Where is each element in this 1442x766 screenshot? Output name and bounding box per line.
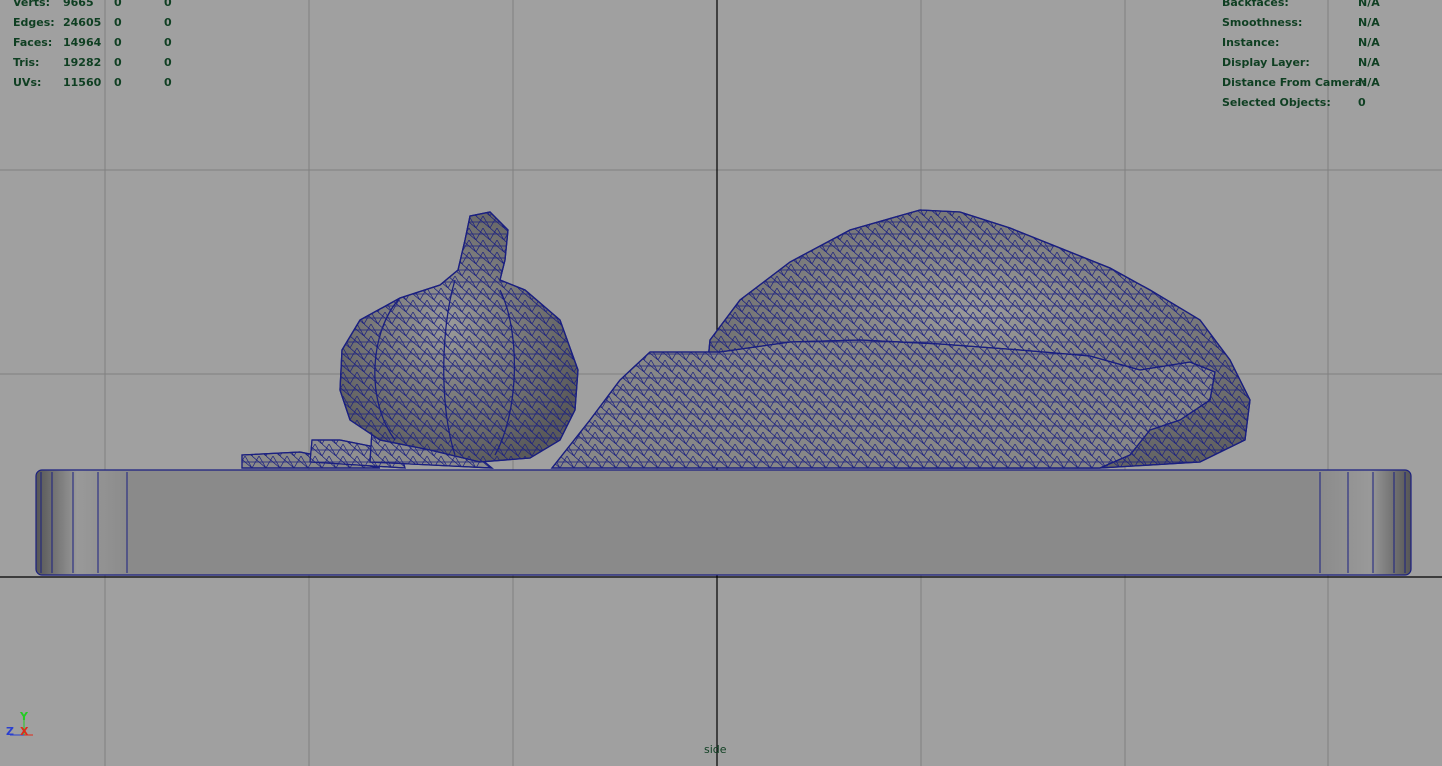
poly-count-selected: 0 — [114, 16, 122, 29]
object-info-value: N/A — [1358, 0, 1380, 9]
viewport-side[interactable]: Verts: 9665 0 0 Edges: 24605 0 0 Faces: 14964 0 0 Tr… — [0, 0, 1442, 766]
poly-count-label: Faces: — [13, 36, 53, 49]
object-info-label: Distance From Camera: — [1222, 76, 1367, 89]
poly-count-selected: 0 — [114, 76, 122, 89]
poly-count-selected: 0 — [114, 0, 122, 9]
viewport-canvas[interactable] — [0, 0, 1442, 766]
poly-count-label: Verts: — [13, 0, 51, 9]
garlic-bulb-mesh[interactable] — [339, 211, 579, 463]
poly-count-selected: 0 — [114, 36, 122, 49]
poly-count-value: 14964 — [63, 36, 102, 49]
poly-count-uv: 0 — [164, 0, 172, 9]
poly-count-label: UVs: — [13, 76, 42, 89]
axis-x-label: X — [20, 725, 29, 738]
poly-count-uv: 0 — [164, 76, 172, 89]
poly-count-label: Tris: — [13, 56, 40, 69]
axis-gizmo: Y Z X — [5, 710, 35, 740]
poly-count-uv: 0 — [164, 56, 172, 69]
object-info-value: N/A — [1358, 56, 1380, 69]
camera-name-label: side — [704, 743, 727, 756]
axis-y-label: Y — [20, 710, 28, 723]
axis-z-label: Z — [6, 725, 14, 738]
object-info-value: N/A — [1358, 76, 1380, 89]
poly-count-uv: 0 — [164, 36, 172, 49]
object-info-label: Selected Objects: — [1222, 96, 1331, 109]
object-info-label: Display Layer: — [1222, 56, 1310, 69]
object-info-label: Instance: — [1222, 36, 1280, 49]
object-info-value: 0 — [1358, 96, 1366, 109]
poly-count-label: Edges: — [13, 16, 55, 29]
poly-count-value: 24605 — [63, 16, 102, 29]
poly-count-value: 11560 — [63, 76, 102, 89]
object-info-label: Backfaces: — [1222, 0, 1289, 9]
poly-count-uv: 0 — [164, 16, 172, 29]
poly-count-value: 9665 — [63, 0, 94, 9]
object-info-value: N/A — [1358, 16, 1380, 29]
object-info-label: Smoothness: — [1222, 16, 1303, 29]
cutting-board-mesh[interactable] — [35, 469, 1412, 576]
poly-count-selected: 0 — [114, 56, 122, 69]
object-info-value: N/A — [1358, 36, 1380, 49]
poly-count-value: 19282 — [63, 56, 102, 69]
